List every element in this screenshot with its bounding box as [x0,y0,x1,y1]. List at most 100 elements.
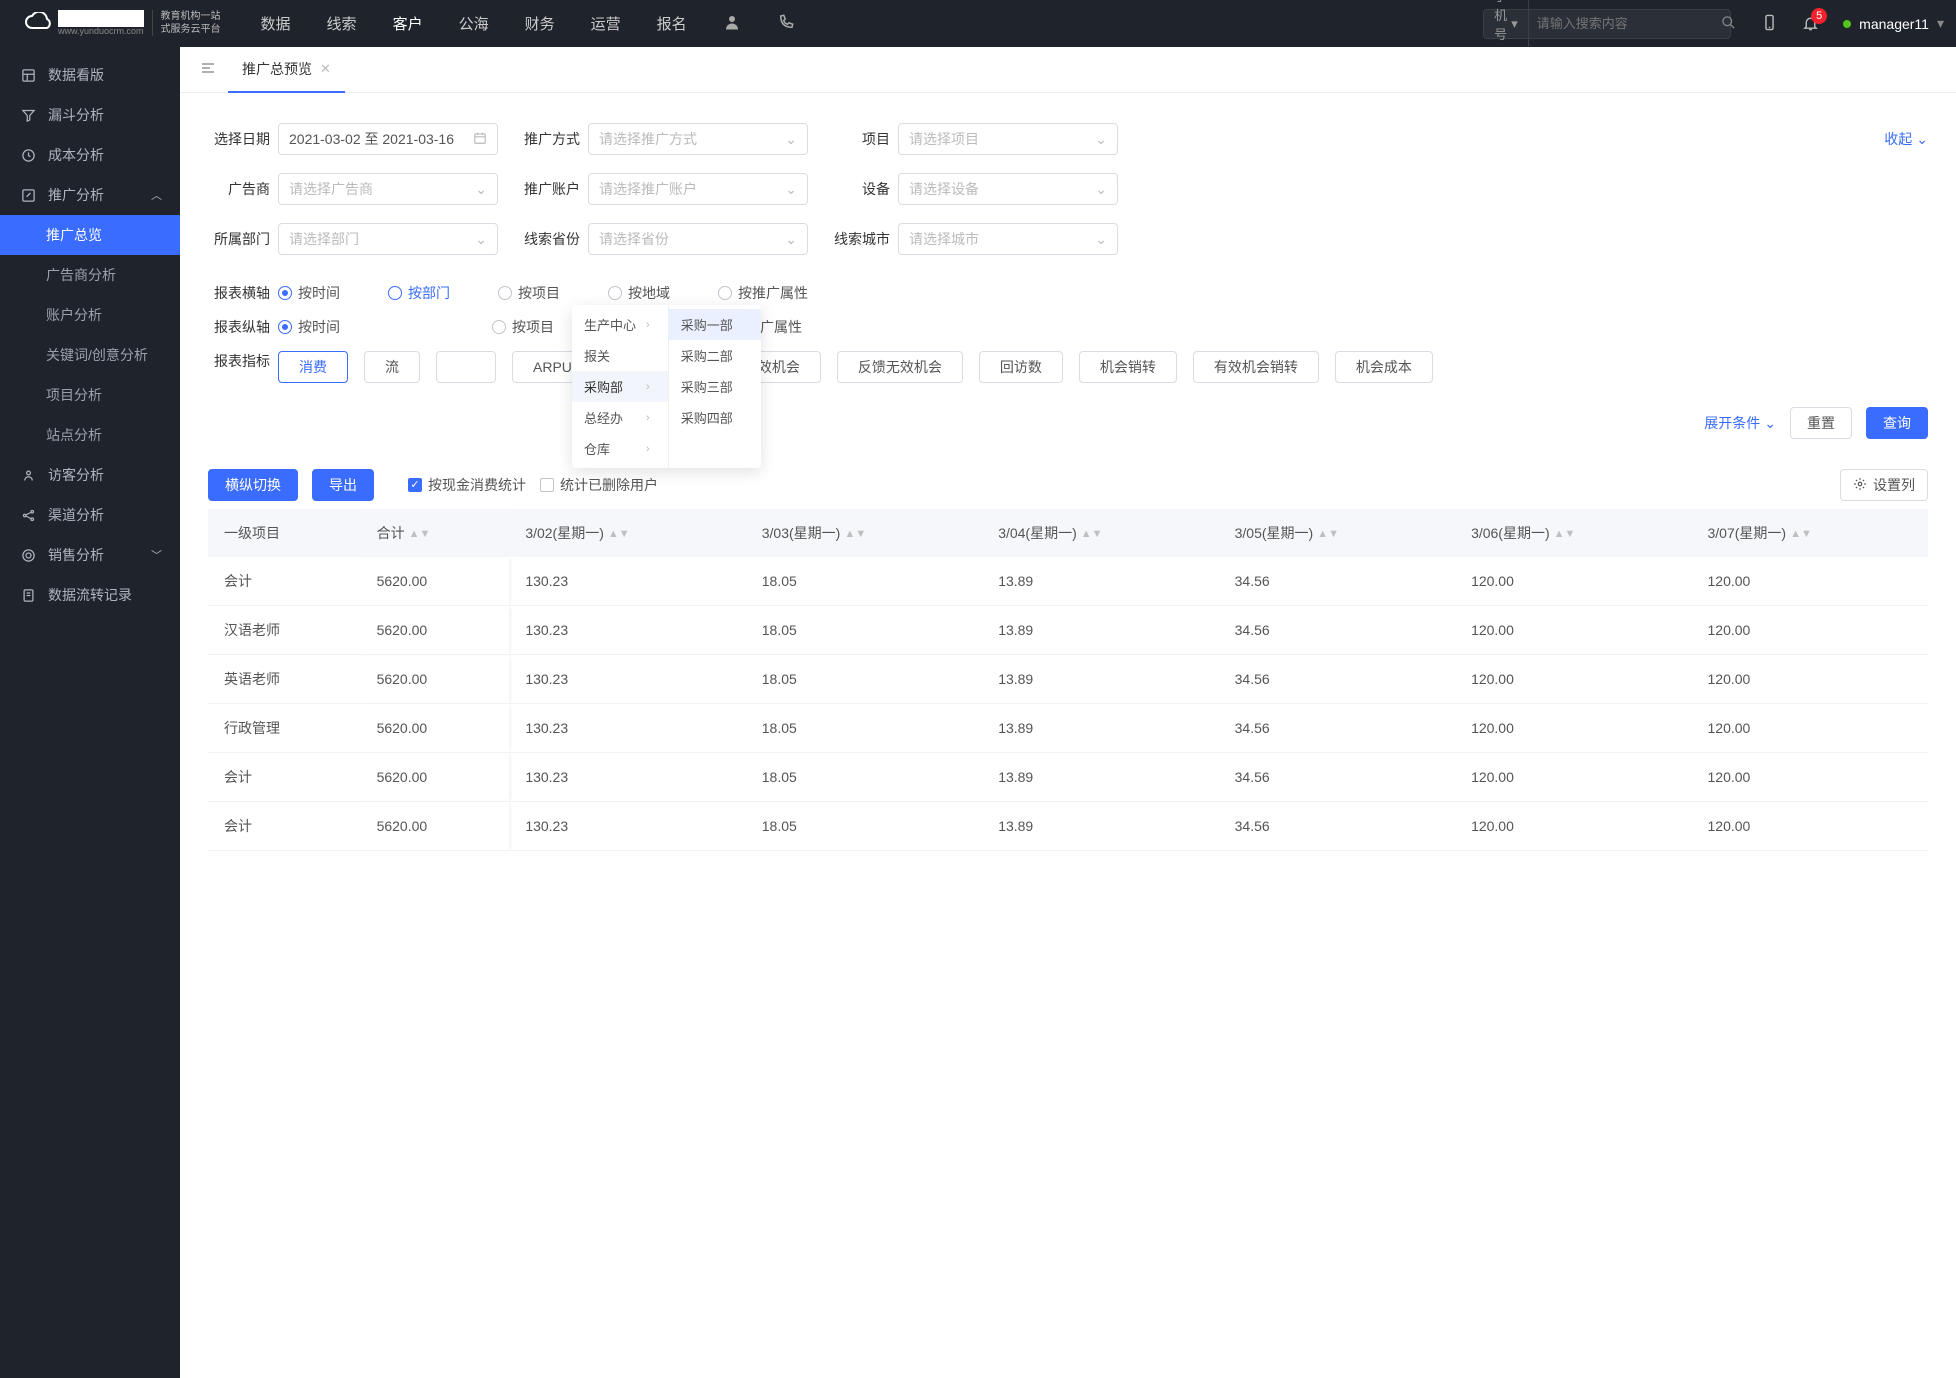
cascade-item[interactable]: 采购部› [572,371,668,402]
target-icon [20,547,36,563]
metric-revisit[interactable]: 回访数 [979,351,1063,383]
toggle-axis-button[interactable]: 横纵切换 [208,469,298,501]
table-cell: 34.56 [1219,557,1455,606]
sidebar-item-funnel[interactable]: 漏斗分析 [0,95,180,135]
reset-button[interactable]: 重置 [1790,407,1852,439]
sort-icon[interactable]: ▲▼ [1081,532,1103,537]
mobile-icon[interactable] [1761,14,1778,34]
radio-h-attr[interactable]: 按推广属性 [718,283,808,303]
user-icon[interactable] [723,13,741,35]
chevron-down-icon: ⌄ [1916,131,1928,148]
nav-signup[interactable]: 报名 [657,13,687,35]
cascade-item[interactable]: 仓库› [572,433,668,464]
metric-flow[interactable]: 流 [364,351,420,383]
metric-blank[interactable] [436,351,496,383]
logo-tagline: 教育机构一站 式服务云平台 [161,10,221,36]
province-select[interactable]: 请选择省份⌄ [588,223,808,255]
sidebar-sub-advertiser[interactable]: 广告商分析 [0,255,180,295]
th-d2[interactable]: 3/03(星期一)▲▼ [746,509,982,557]
th-d4[interactable]: 3/05(星期一)▲▼ [1219,509,1455,557]
project-select[interactable]: 请选择项目⌄ [898,123,1118,155]
nav-data[interactable]: 数据 [261,13,291,35]
sidebar-sub-overview[interactable]: 推广总览 [0,215,180,255]
logo-text: 云朵CRM www.yunduocrm.com [58,10,144,36]
cascade-item[interactable]: 总经办› [572,402,668,433]
radio-h-project[interactable]: 按项目 [498,283,560,303]
cascade-item[interactable]: 采购一部 [669,309,761,340]
nav-ops[interactable]: 运营 [591,13,621,35]
dept-select[interactable]: 请选择部门⌄ [278,223,498,255]
sidebar-item-cost[interactable]: 成本分析 [0,135,180,175]
collapse-filters-link[interactable]: 收起⌄ [1884,129,1928,149]
sort-icon[interactable]: ▲▼ [844,532,866,537]
nav-finance[interactable]: 财务 [525,13,555,35]
table-cell: 120.00 [1692,753,1929,802]
sidebar-sub-project[interactable]: 项目分析 [0,375,180,415]
account-select[interactable]: 请选择推广账户⌄ [588,173,808,205]
advertiser-select[interactable]: 请选择广告商⌄ [278,173,498,205]
radio-v-time[interactable]: 按时间 [278,317,340,337]
notification-badge: 5 [1811,8,1827,24]
radio-v-project[interactable]: 按项目 [492,317,554,337]
th-d6[interactable]: 3/07(星期一)▲▼ [1692,509,1929,557]
radio-h-time[interactable]: 按时间 [278,283,340,303]
sort-icon[interactable]: ▲▼ [608,532,630,537]
export-button[interactable]: 导出 [312,469,374,501]
user-menu[interactable]: manager11 ▾ [1843,15,1944,32]
collapse-sidebar-icon[interactable] [192,60,224,79]
sort-icon[interactable]: ▲▼ [1790,532,1812,537]
search-icon[interactable] [1721,15,1746,33]
logo-icon [24,12,52,34]
sidebar-item-promo[interactable]: 推广分析 ︿ [0,175,180,215]
sidebar-item-channel[interactable]: 渠道分析 [0,495,180,535]
cascade-item[interactable]: 采购四部 [669,402,761,433]
radio-h-dept[interactable]: 按部门 [388,283,450,303]
deleted-users-checkbox[interactable]: 统计已删除用户 [540,475,658,495]
metric-valid-conv[interactable]: 有效机会销转 [1193,351,1319,383]
set-columns-button[interactable]: 设置列 [1840,469,1928,501]
metric-opp-cost[interactable]: 机会成本 [1335,351,1433,383]
sort-icon[interactable]: ▲▼ [1317,532,1339,537]
cascade-item[interactable]: 采购二部 [669,340,761,371]
th-d5[interactable]: 3/06(星期一)▲▼ [1455,509,1691,557]
city-select[interactable]: 请选择城市⌄ [898,223,1118,255]
metric-consume[interactable]: 消费 [278,351,348,383]
cascade-item[interactable]: 生产中心› [572,309,668,340]
sidebar-sub-site[interactable]: 站点分析 [0,415,180,455]
metric-conv[interactable]: 机会销转 [1079,351,1177,383]
date-range-picker[interactable]: 2021-03-02 至 2021-03-16 [278,123,498,155]
sidebar-sub-keyword[interactable]: 关键词/创意分析 [0,335,180,375]
expand-conditions-link[interactable]: 展开条件⌄ [1704,413,1776,433]
sidebar-item-flow[interactable]: 数据流转记录 [0,575,180,615]
th-d3[interactable]: 3/04(星期一)▲▼ [982,509,1218,557]
sidebar-item-dashboard[interactable]: 数据看版 [0,55,180,95]
sidebar-item-visitor[interactable]: 访客分析 [0,455,180,495]
sort-icon[interactable]: ▲▼ [409,532,431,537]
th-project[interactable]: 一级项目 [208,509,361,557]
close-icon[interactable]: ✕ [320,61,331,77]
sidebar-sub-account[interactable]: 账户分析 [0,295,180,335]
sidebar-item-sales[interactable]: 销售分析 ﹀ [0,535,180,575]
cascade-item[interactable]: 报关 [572,340,668,371]
nav-leads[interactable]: 线索 [327,13,357,35]
th-sum[interactable]: 合计▲▼ [361,509,510,557]
sort-icon[interactable]: ▲▼ [1554,532,1576,537]
table-cell: 会计 [208,753,361,802]
cash-stats-checkbox[interactable]: 按现金消费统计 [408,475,526,495]
cascade-item[interactable]: 采购三部 [669,371,761,402]
phone-icon[interactable] [777,13,795,35]
search-input[interactable] [1529,16,1721,31]
nav-sea[interactable]: 公海 [459,13,489,35]
logo[interactable]: 云朵CRM www.yunduocrm.com 教育机构一站 式服务云平台 [24,10,221,36]
query-button[interactable]: 查询 [1866,407,1928,439]
search-box[interactable]: 手机号码 ▾ [1483,9,1731,39]
method-select[interactable]: 请选择推广方式⌄ [588,123,808,155]
metric-invalid-feedback[interactable]: 反馈无效机会 [837,351,963,383]
device-select[interactable]: 请选择设备⌄ [898,173,1118,205]
nav-customers[interactable]: 客户 [393,13,423,35]
th-d1[interactable]: 3/02(星期一)▲▼ [509,509,745,557]
table-cell: 13.89 [982,606,1218,655]
tab-promo-overview[interactable]: 推广总预览 ✕ [228,47,345,93]
radio-h-region[interactable]: 按地域 [608,283,670,303]
bell-icon[interactable]: 5 [1802,14,1819,34]
